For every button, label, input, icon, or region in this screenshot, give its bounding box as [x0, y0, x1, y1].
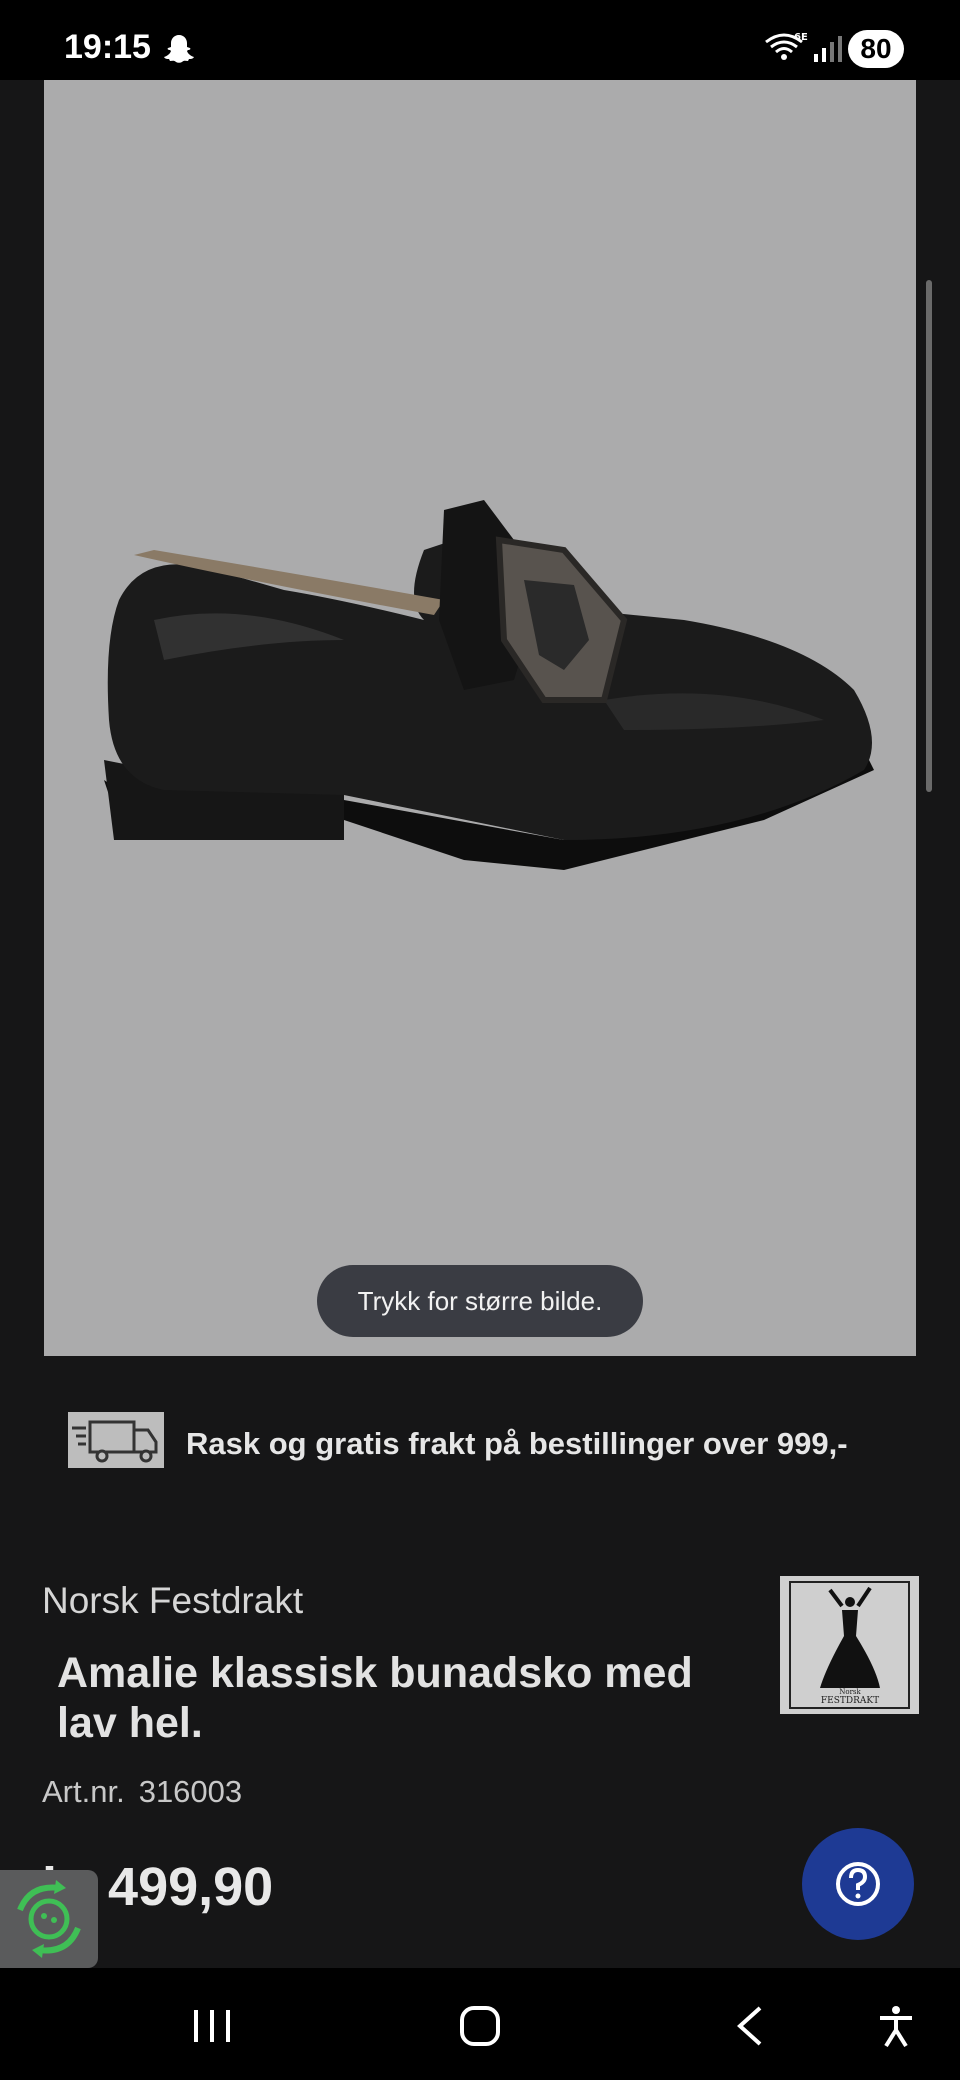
logo-top-text: Norsk: [839, 1688, 861, 1696]
article-value: 316003: [138, 1774, 243, 1809]
home-icon[interactable]: [456, 2004, 504, 2048]
back-icon[interactable]: [726, 2004, 774, 2048]
brand-name[interactable]: Norsk Festdrakt: [42, 1580, 303, 1622]
article-number: Art.nr. 316003: [42, 1774, 256, 1810]
shipping-banner: Rask og gratis frakt på bestillinger ove…: [68, 1412, 928, 1472]
battery-icon: 80: [848, 30, 904, 68]
brand-logo[interactable]: Norsk FESTDRAKT: [780, 1576, 919, 1714]
zoom-hint[interactable]: Trykk for større bilde.: [317, 1265, 643, 1337]
dancer-logo-icon: Norsk FESTDRAKT: [789, 1581, 910, 1709]
scrollbar[interactable]: [926, 280, 932, 792]
wifi-6e-icon: 6E: [765, 32, 808, 60]
recycle-badge[interactable]: [0, 1870, 98, 1968]
status-time: 19:15: [64, 28, 151, 66]
article-label: Art.nr.: [42, 1774, 125, 1809]
svg-text:6E: 6E: [794, 32, 808, 43]
signal-icon: [814, 36, 842, 62]
truck-icon: [68, 1412, 164, 1468]
accessibility-icon[interactable]: [872, 2004, 920, 2048]
product-title: Amalie klassisk bunadsko med lav hel.: [57, 1649, 693, 1747]
help-icon: [836, 1862, 880, 1906]
snapchat-icon: [164, 35, 194, 63]
recent-apps-icon[interactable]: [188, 2004, 236, 2048]
recycle-icon: [17, 1880, 81, 1958]
status-bar: 19:15 6E 80: [0, 0, 960, 80]
help-button[interactable]: [802, 1828, 914, 1940]
navigation-bar: [0, 1968, 960, 2080]
shoe-image: [104, 500, 874, 870]
shipping-text: Rask og gratis frakt på bestillinger ove…: [186, 1426, 848, 1461]
product-image[interactable]: Trykk for større bilde.: [44, 80, 916, 1356]
logo-bottom-text: FESTDRAKT: [821, 1696, 879, 1706]
